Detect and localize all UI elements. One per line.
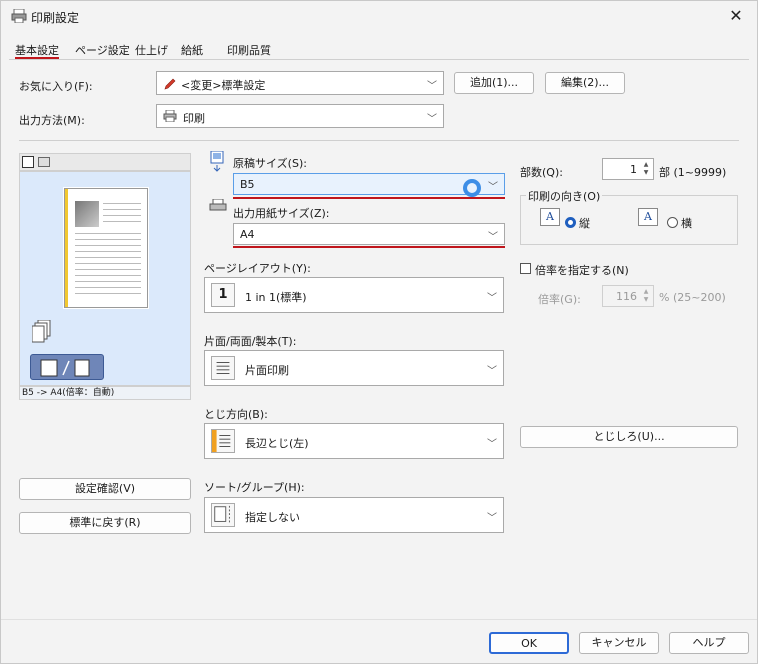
output-paper-size-label: 出力用紙サイズ(Z): bbox=[233, 207, 330, 220]
original-document-icon bbox=[210, 151, 224, 172]
scaling-checkbox-label: 倍率を指定する(N) bbox=[535, 264, 629, 277]
no-sort-icon bbox=[211, 503, 235, 527]
chevron-down-icon: ﹀ bbox=[487, 513, 497, 524]
binding-value: 長辺とじ(左) bbox=[245, 437, 309, 450]
chevron-down-icon: ﹀ bbox=[488, 182, 498, 193]
tab-finishing[interactable]: 仕上げ bbox=[135, 39, 168, 59]
tab-basic[interactable]: 基本設定 bbox=[15, 39, 59, 59]
duplex-value: 片面印刷 bbox=[245, 364, 289, 377]
pencil-icon bbox=[164, 78, 176, 90]
chevron-down-icon: ﹀ bbox=[488, 232, 498, 243]
chevron-down-icon: ﹀ bbox=[487, 366, 497, 377]
tab-divider bbox=[9, 59, 749, 60]
print-settings-window: 印刷設定 ✕ 基本設定 ページ設定 仕上げ 給紙 印刷品質 お気に入り(F): … bbox=[0, 0, 758, 664]
favorites-dropdown[interactable]: <変更>標準設定 ﹀ bbox=[156, 71, 444, 95]
landscape-radio[interactable] bbox=[667, 217, 678, 228]
portrait-label: 縦 bbox=[579, 217, 590, 230]
output-paper-size-dropdown[interactable]: A4 ﹀ bbox=[233, 223, 505, 245]
loading-cursor-icon bbox=[463, 179, 481, 197]
scaling-label: 倍率(G): bbox=[538, 293, 581, 306]
chevron-down-icon: ﹀ bbox=[487, 293, 497, 304]
page-layout-value: 1 in 1(標準) bbox=[245, 291, 307, 304]
scaling-spinner[interactable]: 116 ▲ ▼ bbox=[602, 285, 654, 307]
add-favorite-button[interactable]: 追加(1)... bbox=[454, 72, 534, 94]
spinner-arrows-icon[interactable]: ▲ ▼ bbox=[641, 288, 651, 304]
sort-group-value: 指定しない bbox=[245, 511, 300, 524]
ok-button[interactable]: OK bbox=[489, 632, 569, 654]
binding-label: とじ方向(B): bbox=[204, 408, 268, 421]
chevron-down-icon: ﹀ bbox=[427, 81, 437, 92]
portrait-to-page-icon bbox=[40, 359, 90, 377]
favorites-label: お気に入り(F): bbox=[19, 80, 93, 93]
duplex-label: 片面/両面/製本(T): bbox=[204, 335, 297, 348]
single-sided-icon bbox=[211, 356, 235, 380]
tab-print-quality[interactable]: 印刷品質 bbox=[227, 39, 271, 59]
copies-stack-icon bbox=[32, 320, 51, 343]
chevron-down-icon: ﹀ bbox=[487, 439, 497, 450]
edit-favorite-button[interactable]: 編集(2)... bbox=[545, 72, 625, 94]
scaling-range: % (25~200) bbox=[659, 291, 726, 304]
highlight-underline bbox=[233, 246, 505, 248]
page-layout-dropdown[interactable]: 1 1 in 1(標準) ﹀ bbox=[204, 277, 504, 313]
page-layout-label: ページレイアウト(Y): bbox=[204, 262, 311, 275]
printer-icon bbox=[11, 9, 27, 23]
preview-page bbox=[64, 188, 148, 308]
page-view-icon[interactable] bbox=[22, 156, 34, 168]
landscape-icon: A bbox=[638, 208, 658, 226]
preview-toolbar bbox=[19, 153, 191, 171]
gutter-button[interactable]: とじしろ(U)... bbox=[520, 426, 738, 448]
help-button[interactable]: ヘルプ bbox=[669, 632, 749, 654]
scaling-value: 116 bbox=[616, 290, 637, 303]
copies-value: 1 bbox=[630, 163, 637, 176]
footer-divider bbox=[1, 619, 757, 620]
output-method-label: 出力方法(M): bbox=[19, 114, 85, 127]
printer-view-icon[interactable] bbox=[38, 157, 50, 167]
preview-caption: B5 -> A4(倍率：自動) bbox=[19, 386, 191, 400]
output-method-value: 印刷 bbox=[183, 112, 205, 125]
window-title: 印刷設定 bbox=[31, 11, 80, 25]
one-in-one-icon: 1 bbox=[211, 283, 235, 307]
output-paper-icon bbox=[209, 199, 227, 211]
restore-defaults-button[interactable]: 標準に戻す(R) bbox=[19, 512, 191, 534]
copies-label: 部数(Q): bbox=[520, 166, 563, 179]
duplex-dropdown[interactable]: 片面印刷 ﹀ bbox=[204, 350, 504, 386]
confirm-settings-button[interactable]: 設定確認(V) bbox=[19, 478, 191, 500]
orientation-preview-button[interactable] bbox=[30, 354, 104, 380]
binding-dropdown[interactable]: 長辺とじ(左) ﹀ bbox=[204, 423, 504, 459]
original-size-label: 原稿サイズ(S): bbox=[233, 157, 307, 170]
printer-icon bbox=[163, 110, 177, 122]
cancel-button[interactable]: キャンセル bbox=[579, 632, 659, 654]
long-edge-left-binding-icon bbox=[211, 429, 235, 453]
favorites-value: <変更>標準設定 bbox=[181, 79, 266, 92]
print-preview bbox=[19, 171, 191, 386]
output-method-dropdown[interactable]: 印刷 ﹀ bbox=[156, 104, 444, 128]
landscape-label: 横 bbox=[681, 217, 692, 230]
copies-spinner[interactable]: 1 ▲ ▼ bbox=[602, 158, 654, 180]
orientation-label: 印刷の向き(O) bbox=[526, 188, 603, 204]
sort-group-label: ソート/グループ(H): bbox=[204, 481, 305, 494]
output-paper-size-value: A4 bbox=[240, 228, 255, 241]
original-size-value: B5 bbox=[240, 178, 255, 191]
sort-group-dropdown[interactable]: 指定しない ﹀ bbox=[204, 497, 504, 533]
tab-paper-source[interactable]: 給紙 bbox=[181, 39, 203, 59]
highlight-underline bbox=[233, 197, 505, 199]
scaling-checkbox[interactable] bbox=[520, 263, 531, 274]
title-bar: 印刷設定 ✕ bbox=[1, 1, 757, 31]
copies-range: 部 (1~9999) bbox=[659, 166, 727, 179]
chevron-down-icon: ﹀ bbox=[427, 114, 437, 125]
tab-page[interactable]: ページ設定 bbox=[75, 39, 130, 59]
section-divider bbox=[19, 140, 739, 141]
portrait-radio[interactable] bbox=[565, 217, 576, 228]
spinner-arrows-icon[interactable]: ▲ ▼ bbox=[641, 161, 651, 177]
portrait-icon: A bbox=[540, 208, 560, 226]
close-icon[interactable]: ✕ bbox=[725, 5, 747, 27]
